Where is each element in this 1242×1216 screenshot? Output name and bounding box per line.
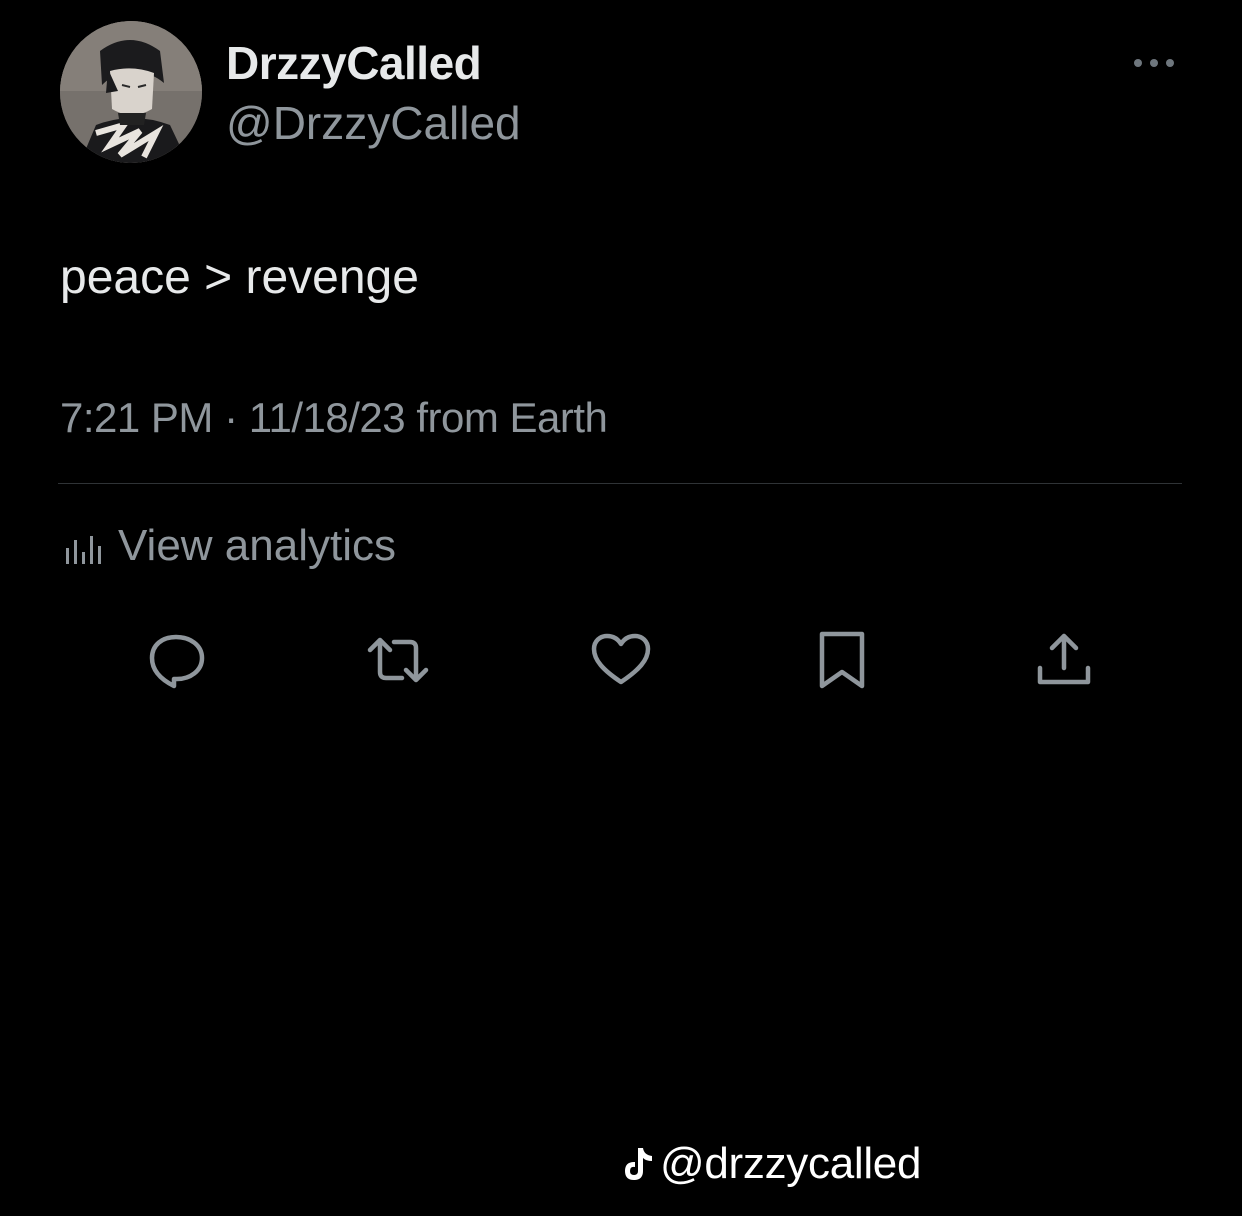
tweet-date[interactable]: 11/18/23: [249, 394, 406, 441]
tweet-text: peace > revenge: [60, 251, 419, 304]
tiktok-icon: [625, 1148, 652, 1180]
tweet-source: from Earth: [416, 394, 608, 441]
watermark-handle: @drzzycalled: [660, 1139, 922, 1188]
tweet-actions: [0, 628, 1242, 692]
more-dots-icon: [1134, 59, 1174, 67]
reply-button[interactable]: [144, 628, 208, 692]
reply-icon: [149, 634, 205, 689]
tweet-time[interactable]: 7:21 PM: [60, 394, 213, 441]
meta-separator: ·: [224, 394, 238, 441]
retweet-button[interactable]: [366, 628, 430, 692]
view-analytics-link[interactable]: View analytics: [62, 518, 396, 574]
avatar-image: [60, 21, 202, 163]
divider: [58, 483, 1182, 484]
like-button[interactable]: [589, 628, 653, 692]
analytics-icon: [66, 536, 101, 564]
tiktok-watermark: @drzzycalled: [620, 1136, 921, 1192]
display-name[interactable]: DrzzyCalled: [226, 36, 482, 90]
like-icon: [591, 633, 651, 685]
retweet-icon: [367, 637, 429, 683]
avatar[interactable]: [60, 21, 202, 163]
more-options-button[interactable]: [1130, 50, 1182, 76]
tweet-meta: 7:21 PM · 11/18/23 from Earth: [60, 392, 608, 444]
user-handle[interactable]: @DrzzyCalled: [226, 96, 521, 150]
share-button[interactable]: [1032, 628, 1096, 692]
bookmark-button[interactable]: [810, 628, 874, 692]
view-analytics-label: View analytics: [118, 521, 396, 570]
share-icon: [1037, 633, 1091, 685]
bookmark-icon: [819, 631, 865, 689]
